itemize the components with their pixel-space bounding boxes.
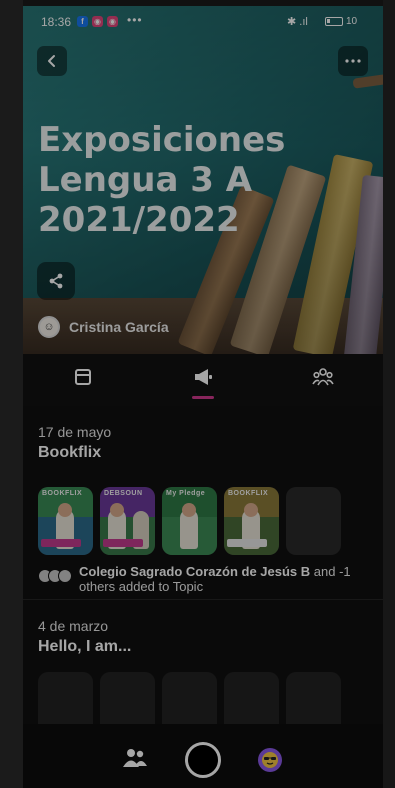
thumbnail-label: My Pledge	[166, 490, 206, 497]
topic-title: Exposiciones Lengua 3 A 2021/2022	[38, 120, 286, 240]
thumbnail-label: DEBSOUN	[104, 490, 143, 497]
profile-avatar-button[interactable]	[258, 748, 282, 772]
contributor-avatars	[38, 569, 74, 585]
record-button[interactable]	[185, 742, 221, 778]
feed-post: 17 de mayo Bookflix BOOKFLIX DEBSOUN My …	[23, 424, 383, 594]
video-thumbnail[interactable]: My Pledge	[162, 487, 217, 555]
battery-percent: 10	[346, 16, 358, 27]
bottom-navigation	[23, 724, 383, 788]
post-thumbnails: BOOKFLIX DEBSOUN My Pledge BOOKFLIX	[38, 487, 368, 555]
megaphone-icon	[195, 369, 212, 385]
sunglasses-emoji-icon	[262, 752, 278, 768]
layout-icon	[75, 369, 91, 385]
status-bar: 18:36 f ◉ ◉ ••• ✱ .ıl 10	[23, 6, 383, 36]
app-screen: 18:36 f ◉ ◉ ••• ✱ .ıl 10 Exposiciones Le…	[23, 6, 383, 788]
video-thumbnail-placeholder[interactable]	[286, 487, 341, 555]
post-activity: Colegio Sagrado Corazón de Jesús B and -…	[38, 564, 378, 596]
thumbnail-label: BOOKFLIX	[228, 490, 269, 497]
people-icon	[123, 749, 147, 767]
left-edge	[0, 0, 23, 788]
active-tab-indicator	[192, 396, 214, 399]
post-date: 4 de marzo	[38, 618, 109, 634]
topic-hero: 18:36 f ◉ ◉ ••• ✱ .ıl 10 Exposiciones Le…	[23, 6, 383, 354]
tab-layout[interactable]	[63, 366, 103, 398]
share-icon	[49, 273, 63, 289]
video-thumbnail[interactable]: DEBSOUN	[100, 487, 155, 555]
video-thumbnail[interactable]: BOOKFLIX	[38, 487, 93, 555]
author-name: Cristina García	[69, 319, 169, 335]
activity-author[interactable]: Colegio Sagrado Corazón de Jesús B	[79, 564, 310, 579]
right-edge	[383, 0, 395, 788]
post-title: Hello, I am...	[38, 638, 132, 655]
feed-divider	[23, 599, 383, 600]
more-options-button[interactable]	[338, 46, 368, 76]
post-title: Bookflix	[38, 444, 102, 461]
back-button[interactable]	[37, 46, 67, 76]
feed-post: 4 de marzo Hello, I am...	[23, 618, 383, 740]
video-thumbnail[interactable]: BOOKFLIX	[224, 487, 279, 555]
battery-icon	[325, 17, 343, 26]
more-notifications-icon: •••	[127, 13, 143, 27]
facebook-icon: f	[77, 16, 88, 27]
app-notification-icon: ◉	[107, 16, 118, 27]
topic-author[interactable]: ☺ Cristina García	[38, 316, 169, 338]
thumbnail-label: BOOKFLIX	[42, 490, 83, 497]
signal-icon: ✱ .ıl	[287, 16, 308, 28]
group-icon	[312, 368, 334, 386]
tab-announcements[interactable]	[183, 366, 223, 398]
chevron-left-icon	[48, 55, 55, 67]
share-button[interactable]	[37, 262, 75, 300]
author-avatar: ☺	[38, 316, 60, 338]
post-date: 17 de mayo	[38, 424, 112, 440]
nav-people-button[interactable]	[123, 748, 147, 773]
contributor-avatar	[58, 569, 72, 583]
app-notification-icon: ◉	[92, 16, 103, 27]
status-time: 18:36	[41, 15, 72, 29]
activity-text: Colegio Sagrado Corazón de Jesús B and -…	[79, 564, 379, 594]
more-dots-icon	[345, 59, 361, 63]
tab-members[interactable]	[303, 366, 343, 398]
